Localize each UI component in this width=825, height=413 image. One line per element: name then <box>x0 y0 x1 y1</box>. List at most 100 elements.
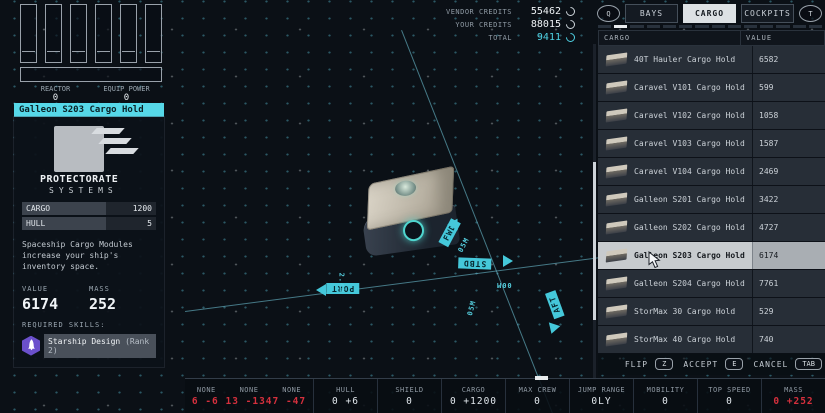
part-value: 4727 <box>752 214 825 241</box>
part-thumbnail <box>598 46 634 73</box>
part-thumbnail <box>598 130 634 157</box>
next-category-key[interactable]: T <box>799 5 822 22</box>
part-value: 7761 <box>752 270 825 297</box>
status-label: SHIELD <box>378 386 441 394</box>
list-item[interactable]: Galleon S203 Cargo Hold6174 <box>598 242 825 270</box>
part-thumbnail <box>598 158 634 185</box>
tab-pagination <box>598 25 822 28</box>
list-item[interactable]: Galleon S202 Cargo Hold4727 <box>598 214 825 242</box>
part-stat-row: CARGO1200 <box>22 202 156 215</box>
page-dash <box>679 25 692 28</box>
list-item[interactable]: Caravel V103 Cargo Hold1587 <box>598 130 825 158</box>
manufacturer-name: PROTECTORATE <box>40 174 118 185</box>
power-bar[interactable] <box>95 4 112 63</box>
aft-marker: AFT <box>545 290 565 320</box>
part-detail-panel: Galleon S203 Cargo Hold PROTECTORATE SYS… <box>14 103 164 367</box>
part-thumbnail <box>598 242 634 269</box>
list-item[interactable]: Caravel V101 Cargo Hold599 <box>598 74 825 102</box>
tab-cargo[interactable]: CARGO <box>683 4 736 23</box>
page-dash <box>744 25 757 28</box>
column-part: CARGO <box>599 31 740 45</box>
mouse-cursor-icon <box>648 251 662 273</box>
status-section: CARGO0 +1200 <box>442 379 506 413</box>
credits-icon <box>564 31 577 44</box>
aft-arrow-icon <box>546 322 561 335</box>
stat-label: CARGO <box>22 202 106 215</box>
list-item[interactable]: Caravel V104 Cargo Hold2469 <box>598 158 825 186</box>
power-bar[interactable] <box>70 4 87 63</box>
power-allocation-panel: REACTOR EQUIP POWER 0 0 <box>20 4 162 103</box>
list-item[interactable]: StorMax 30 Cargo Hold529 <box>598 298 825 326</box>
reactor-value: 0 <box>20 93 91 103</box>
status-section: MAX CREW0 <box>506 379 570 413</box>
part-name: StorMax 30 Cargo Hold <box>634 298 752 325</box>
credit-value: 55462 <box>517 6 561 17</box>
status-value: 0 <box>726 396 733 407</box>
part-value: 2469 <box>752 158 825 185</box>
cargo-box-icon <box>605 80 627 94</box>
part-value: 1587 <box>752 130 825 157</box>
mass-label: MASS <box>89 285 156 293</box>
skill-requirement: Starship Design (Rank 2) <box>22 334 156 358</box>
part-name: Galleon S201 Cargo Hold <box>634 186 752 213</box>
part-stats: CARGO1200 HULL5 <box>22 202 156 230</box>
credit-label: YOUR CREDITS <box>455 21 512 29</box>
list-item[interactable]: StorMax 40 Cargo Hold740 <box>598 326 825 354</box>
part-value: 6174 <box>752 242 825 269</box>
credit-row: YOUR CREDITS88015 <box>415 18 575 31</box>
stat-label: HULL <box>22 217 106 230</box>
accept-key[interactable]: E <box>725 358 743 370</box>
status-section: HULL0 +6 <box>314 379 378 413</box>
power-bar[interactable] <box>120 4 137 63</box>
credits-icon <box>564 5 577 18</box>
part-name: Galleon S204 Cargo Hold <box>634 270 752 297</box>
stbd-marker: STBD <box>458 257 492 269</box>
cancel-label: CANCEL <box>753 360 788 369</box>
value-label: VALUE <box>22 285 89 293</box>
part-name: Caravel V101 Cargo Hold <box>634 74 752 101</box>
page-dash <box>663 25 676 28</box>
flip-label: FLIP <box>625 360 648 369</box>
tab-cockpits[interactable]: COCKPITS <box>741 4 794 23</box>
cancel-key[interactable]: TAB <box>795 358 822 370</box>
scrollbar-thumb[interactable] <box>593 162 596 320</box>
flip-key[interactable]: Z <box>655 358 673 370</box>
part-value: 740 <box>752 326 825 353</box>
part-thumbnail <box>598 270 634 297</box>
part-stat-row: HULL5 <box>22 217 156 230</box>
list-item[interactable]: 40T Hauler Cargo Hold6582 <box>598 46 825 74</box>
starship-design-skill-icon <box>22 336 40 356</box>
credits-readout: VENDOR CREDITS55462YOUR CREDITS88015TOTA… <box>415 5 575 44</box>
prev-category-key[interactable]: Q <box>597 5 620 22</box>
list-item[interactable]: Galleon S201 Cargo Hold3422 <box>598 186 825 214</box>
cargo-box-icon <box>605 108 627 122</box>
list-scrollbar[interactable] <box>593 44 596 380</box>
port-distance-label: 2.4M <box>337 273 345 294</box>
power-bar[interactable] <box>45 4 62 63</box>
page-dash <box>809 25 822 28</box>
parts-list-header: CARGO VALUE <box>598 30 825 46</box>
power-bar[interactable] <box>20 4 37 63</box>
status-section: NONENONENONE6 -6 13 -1347 -47 <box>185 379 314 413</box>
part-thumbnail <box>598 326 634 353</box>
stbd-distance-label: 00M <box>496 281 512 289</box>
cargo-box-icon <box>605 248 627 262</box>
power-bar[interactable] <box>145 4 162 63</box>
tab-bays[interactable]: BAYS <box>625 4 678 23</box>
status-value: 0 <box>534 396 541 407</box>
accept-label: ACCEPT <box>683 360 718 369</box>
list-item[interactable]: Caravel V102 Cargo Hold1058 <box>598 102 825 130</box>
credit-label: TOTAL <box>488 34 512 42</box>
status-label: NONE <box>270 386 313 394</box>
column-value: VALUE <box>740 31 824 45</box>
page-dash <box>793 25 806 28</box>
port-arrow-icon <box>316 284 326 296</box>
status-section: MASS0 +252 <box>762 379 825 413</box>
credits-icon <box>564 18 577 31</box>
page-dash <box>760 25 773 28</box>
status-label: NONE <box>228 386 271 394</box>
power-bars <box>20 4 162 63</box>
list-item[interactable]: Galleon S204 Cargo Hold7761 <box>598 270 825 298</box>
page-dash <box>630 25 643 28</box>
status-label: CARGO <box>442 386 505 394</box>
